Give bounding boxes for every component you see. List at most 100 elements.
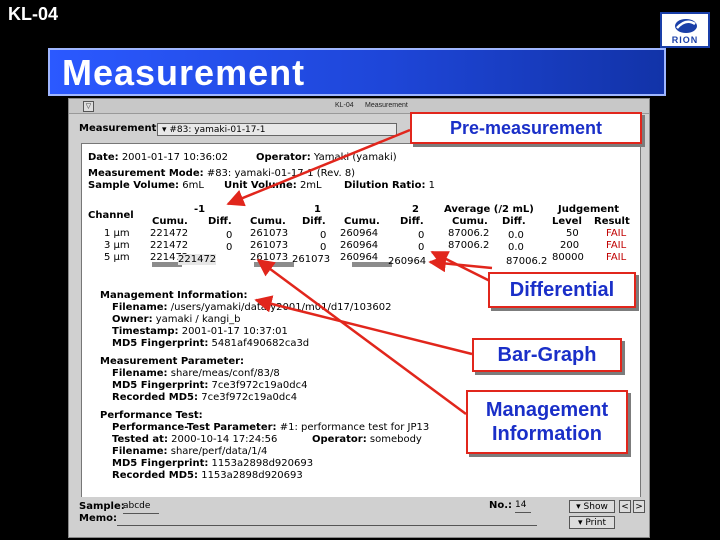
diff-cell: 0 (226, 230, 233, 241)
callout-bar-graph: Bar-Graph (472, 338, 622, 372)
avg-cumu-cell: 87006.2 (506, 256, 548, 267)
mode-label: Measurement Mode: (88, 168, 204, 179)
channel-header: Channel (88, 210, 134, 221)
logo-text: RION (671, 35, 699, 45)
diff-cell: 0 (320, 242, 327, 253)
mgmt-md5-label: MD5 Fingerprint: (112, 338, 209, 349)
result-cell: FAIL (606, 228, 627, 239)
mgmt-filename-label: Filename: (112, 302, 168, 313)
diff-header-3: Diff. (400, 216, 424, 227)
diff-header-2: Diff. (302, 216, 326, 227)
next-button[interactable]: > (633, 500, 645, 513)
measurement-value: #83: yamaki-01-17-1 (169, 125, 266, 135)
bar-value-2: 261073 (292, 254, 331, 265)
perf-param-label: Performance-Test Parameter: (112, 422, 277, 433)
slide-id: KL-04 (8, 4, 59, 24)
unit-volume-label: Unit Volume: (224, 180, 297, 191)
avg-cumu-header: Cumu. (452, 216, 488, 227)
unit-volume-value: 2mL (299, 180, 322, 191)
show-button[interactable]: ▾ Show (569, 500, 615, 513)
param-filename-value: share/meas/conf/83/8 (170, 368, 280, 379)
avg-diff-header: Diff. (502, 216, 526, 227)
group1-header: -1 (194, 204, 206, 215)
avg-diff-cell: 0.0 (508, 242, 524, 253)
operator-value: Yamaki (yamaki) (313, 152, 397, 163)
measurement-label: Measurement: (79, 123, 161, 134)
window-menu-icon[interactable]: ▽ (83, 101, 94, 112)
param-rec-label: Recorded MD5: (112, 392, 199, 403)
avg-cumu-cell: 87006.2 (448, 228, 490, 239)
operator-label: Operator: (256, 152, 311, 163)
result-header: Result (594, 216, 630, 227)
date-value: 2001-01-17 10:36:02 (121, 152, 229, 163)
sample-label: Sample: (79, 501, 125, 512)
param-md5-label: MD5 Fingerprint: (112, 380, 209, 391)
bottom-bar: Sample: abcde Memo: No.: 14 ▾ Show < > ▾… (69, 497, 649, 537)
window-subtitle: Measurement (365, 102, 408, 109)
sample-volume-label: Sample Volume: (88, 180, 180, 191)
channel-cell: 3 μm (104, 240, 130, 251)
diff-cell: 0 (418, 230, 425, 241)
result-cell: FAIL (606, 240, 627, 251)
avg-diff-cell: 0.0 (508, 230, 524, 241)
callout-management-information: Management Information (466, 390, 628, 454)
cumu-cell: 261073 (250, 228, 289, 239)
perf-rec-label: Recorded MD5: (112, 470, 199, 481)
perf-header: Performance Test: (100, 410, 203, 421)
callout-differential: Differential (488, 272, 636, 308)
perf-operator-label: Operator: (312, 434, 367, 445)
group3-header: 2 (412, 204, 419, 215)
cumu-header-1: Cumu. (152, 216, 188, 227)
diff-cell: 0 (418, 242, 425, 253)
banner-title: Measurement (62, 52, 306, 93)
mgmt-timestamp-value: 2001-01-17 10:37:01 (181, 326, 288, 337)
bar-value-3: 260964 (388, 256, 427, 267)
bar-segment (254, 262, 294, 267)
level-cell: 200 (560, 240, 580, 251)
cumu-cell: 260964 (340, 240, 379, 251)
channel-cell: 5 μm (104, 252, 130, 263)
perf-operator-value: somebody (369, 434, 422, 445)
channel-cell: 1 μm (104, 228, 130, 239)
param-md5-value: 7ce3f972c19a0dc4 (211, 380, 308, 391)
diff-cell: 0 (226, 242, 233, 253)
sample-volume-value: 6mL (182, 180, 204, 191)
cumu-header-3: Cumu. (344, 216, 380, 227)
mgmt-header: Management Information: (100, 290, 248, 301)
judgement-header: Judgement (558, 204, 620, 215)
perf-param-value: #1: performance test for JP13 (279, 422, 430, 433)
callout-pre-measurement: Pre-measurement (410, 112, 642, 144)
diff-header-1: Diff. (208, 216, 232, 227)
diff-cell: 0 (320, 230, 327, 241)
rion-logo: RION (660, 12, 710, 48)
memo-input[interactable] (117, 513, 537, 526)
prev-button[interactable]: < (619, 500, 631, 513)
avg-cumu-cell: 87006.2 (448, 240, 490, 251)
cumu-cell: 221472 (150, 228, 189, 239)
perf-filename-value: share/perf/data/1/4 (170, 446, 268, 457)
group2-header: 1 (314, 204, 321, 215)
no-input[interactable]: 14 (515, 500, 531, 513)
perf-tested-label: Tested at: (112, 434, 168, 445)
cumu-header-2: Cumu. (250, 216, 286, 227)
level-cell: 50 (566, 228, 579, 239)
average-header: Average (/2 mL) (444, 204, 534, 215)
mgmt-filename-value: /users/yamaki/data/y2001/m01/d17/103602 (170, 302, 392, 313)
title-banner: Measurement (48, 48, 666, 96)
perf-md5-label: MD5 Fingerprint: (112, 458, 209, 469)
perf-tested-value: 2000-10-14 17:24:56 (171, 434, 278, 445)
mgmt-owner-label: Owner: (112, 314, 153, 325)
mgmt-timestamp-label: Timestamp: (112, 326, 179, 337)
perf-filename-label: Filename: (112, 446, 168, 457)
cumu-cell: 221472 (150, 240, 189, 251)
level-header: Level (552, 216, 582, 227)
rion-logo-icon (675, 19, 697, 33)
param-filename-label: Filename: (112, 368, 168, 379)
print-button[interactable]: ▾ Print (569, 516, 615, 529)
dilution-label: Dilution Ratio: (344, 180, 426, 191)
measurement-select[interactable]: ▾ #83: yamaki-01-17-1 (157, 123, 397, 136)
memo-label: Memo: (79, 513, 118, 524)
date-label: Date: (88, 152, 119, 163)
cumu-cell: 260964 (340, 228, 379, 239)
level-cell: 80000 (552, 252, 584, 263)
